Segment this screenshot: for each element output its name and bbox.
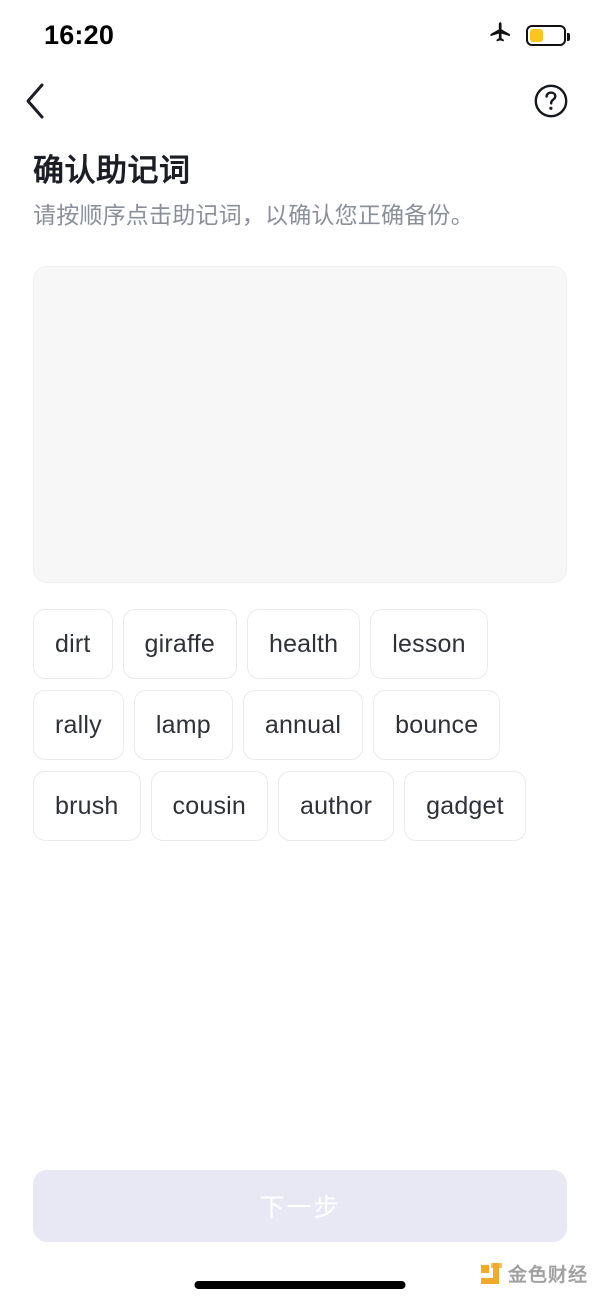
watermark-label: 金色财经 bbox=[507, 1265, 588, 1286]
watermark: 金色财经 bbox=[480, 1260, 588, 1287]
help-button[interactable] bbox=[533, 83, 569, 124]
battery-fill bbox=[530, 28, 544, 42]
battery-icon bbox=[526, 24, 570, 46]
status-bar-time: 16:20 bbox=[44, 19, 115, 50]
navigation-bar bbox=[0, 70, 600, 136]
word-chip[interactable]: health bbox=[246, 609, 361, 680]
word-chip[interactable]: lamp bbox=[133, 690, 233, 761]
word-chip[interactable]: giraffe bbox=[122, 609, 237, 680]
status-bar-indicators bbox=[488, 20, 570, 50]
word-chip[interactable]: rally bbox=[33, 690, 124, 761]
word-chip[interactable]: dirt bbox=[33, 609, 113, 680]
footer-actions: 下一步 bbox=[33, 1170, 567, 1242]
chevron-left-icon bbox=[22, 82, 48, 125]
word-chip[interactable]: brush bbox=[33, 771, 141, 842]
word-chip[interactable]: author bbox=[278, 771, 395, 842]
word-chip[interactable]: cousin bbox=[150, 771, 269, 842]
status-bar: 16:20 bbox=[0, 0, 600, 70]
home-indicator[interactable] bbox=[194, 1281, 406, 1289]
page-header: 确认助记词 请按顺序点击助记词，以确认您正确备份。 bbox=[0, 136, 600, 231]
selected-words-panel[interactable] bbox=[33, 266, 567, 584]
jinse-logo-icon bbox=[480, 1263, 502, 1284]
word-chip[interactable]: gadget bbox=[404, 771, 526, 842]
word-chip[interactable]: annual bbox=[242, 690, 364, 761]
page-subtitle: 请按顺序点击助记词，以确认您正确备份。 bbox=[33, 202, 474, 229]
question-mark-circle-icon bbox=[533, 83, 569, 124]
page-title: 确认助记词 bbox=[33, 153, 191, 188]
word-chip[interactable]: lesson bbox=[370, 609, 488, 680]
back-button[interactable] bbox=[22, 81, 66, 125]
airplane-mode-icon bbox=[488, 20, 513, 50]
word-pool: dirt giraffe health lesson rally lamp annual bo… bbox=[33, 609, 533, 842]
next-button[interactable]: 下一步 bbox=[33, 1170, 567, 1242]
word-chip[interactable]: bounce bbox=[373, 690, 501, 761]
